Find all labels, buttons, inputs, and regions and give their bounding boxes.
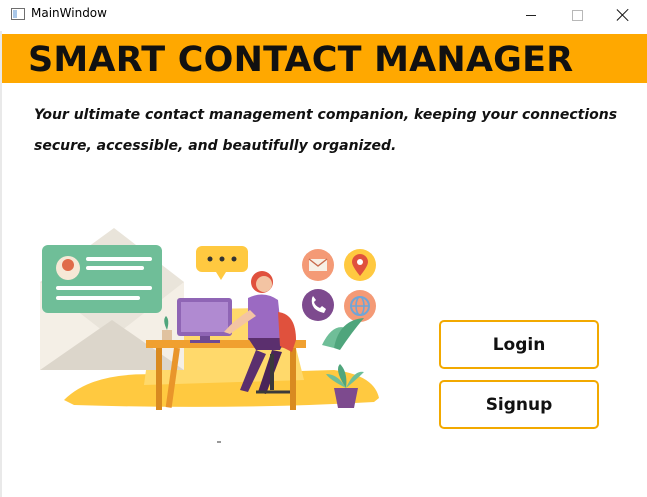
plant-icon xyxy=(322,318,364,350)
envelope-icon xyxy=(302,249,334,281)
header-banner: SMART CONTACT MANAGER xyxy=(2,34,647,83)
maximize-button[interactable] xyxy=(554,0,600,30)
signup-button[interactable]: Signup xyxy=(439,380,599,429)
minimize-icon xyxy=(526,14,536,16)
main-window: MainWindow SMART CONTACT MANAGER Your ul… xyxy=(0,0,647,497)
maximize-icon xyxy=(571,9,583,21)
window-left-border xyxy=(0,31,2,497)
contact-card-icon xyxy=(42,245,162,313)
title-bar[interactable]: MainWindow xyxy=(0,0,647,31)
login-button[interactable]: Login xyxy=(439,320,599,369)
globe-icon xyxy=(344,290,376,322)
app-window-icon xyxy=(11,8,25,20)
chat-bubble-icon xyxy=(196,246,248,280)
location-pin-icon xyxy=(344,249,376,281)
phone-icon xyxy=(302,289,334,321)
app-title: SMART CONTACT MANAGER xyxy=(28,40,574,80)
window-title: MainWindow xyxy=(31,6,107,20)
close-button[interactable] xyxy=(600,0,646,30)
close-icon xyxy=(617,9,629,21)
hero-illustration xyxy=(40,228,379,443)
tagline-text: Your ultimate contact management compani… xyxy=(34,107,618,154)
minimize-button[interactable] xyxy=(508,0,554,30)
